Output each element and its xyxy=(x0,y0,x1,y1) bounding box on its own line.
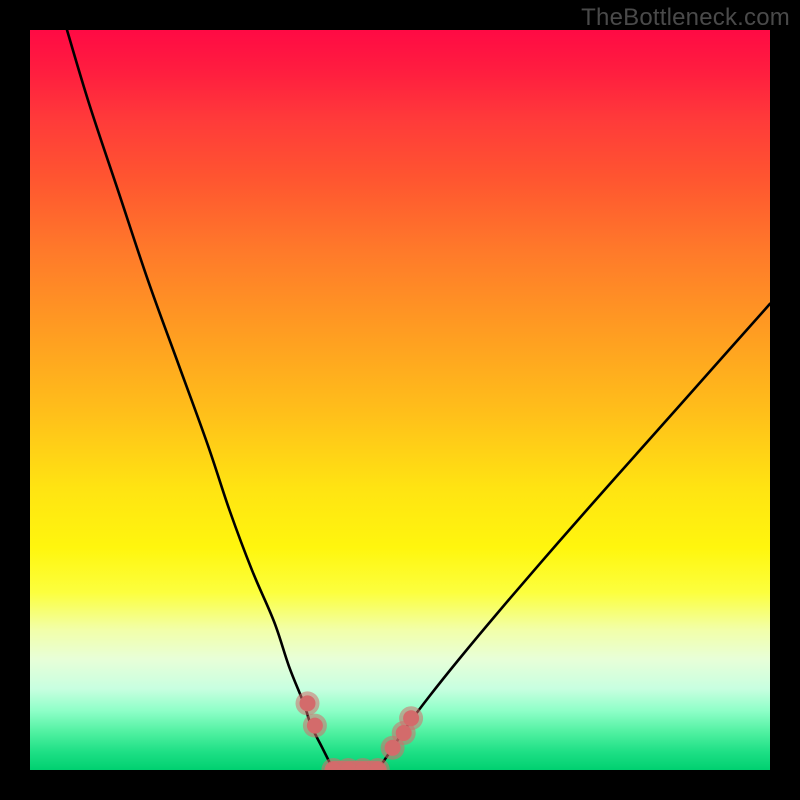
marker-dot xyxy=(403,710,419,726)
watermark-text: TheBottleneck.com xyxy=(581,4,790,32)
chart-frame: TheBottleneck.com xyxy=(0,0,800,800)
marker-dot xyxy=(300,695,316,711)
plot-area xyxy=(30,30,770,770)
series-right-branch xyxy=(378,304,770,770)
curve-layer xyxy=(30,30,770,770)
marker-dot xyxy=(307,718,323,734)
bottleneck-curve xyxy=(67,30,770,770)
series-left-branch xyxy=(67,30,333,770)
highlight-markers xyxy=(296,691,424,770)
